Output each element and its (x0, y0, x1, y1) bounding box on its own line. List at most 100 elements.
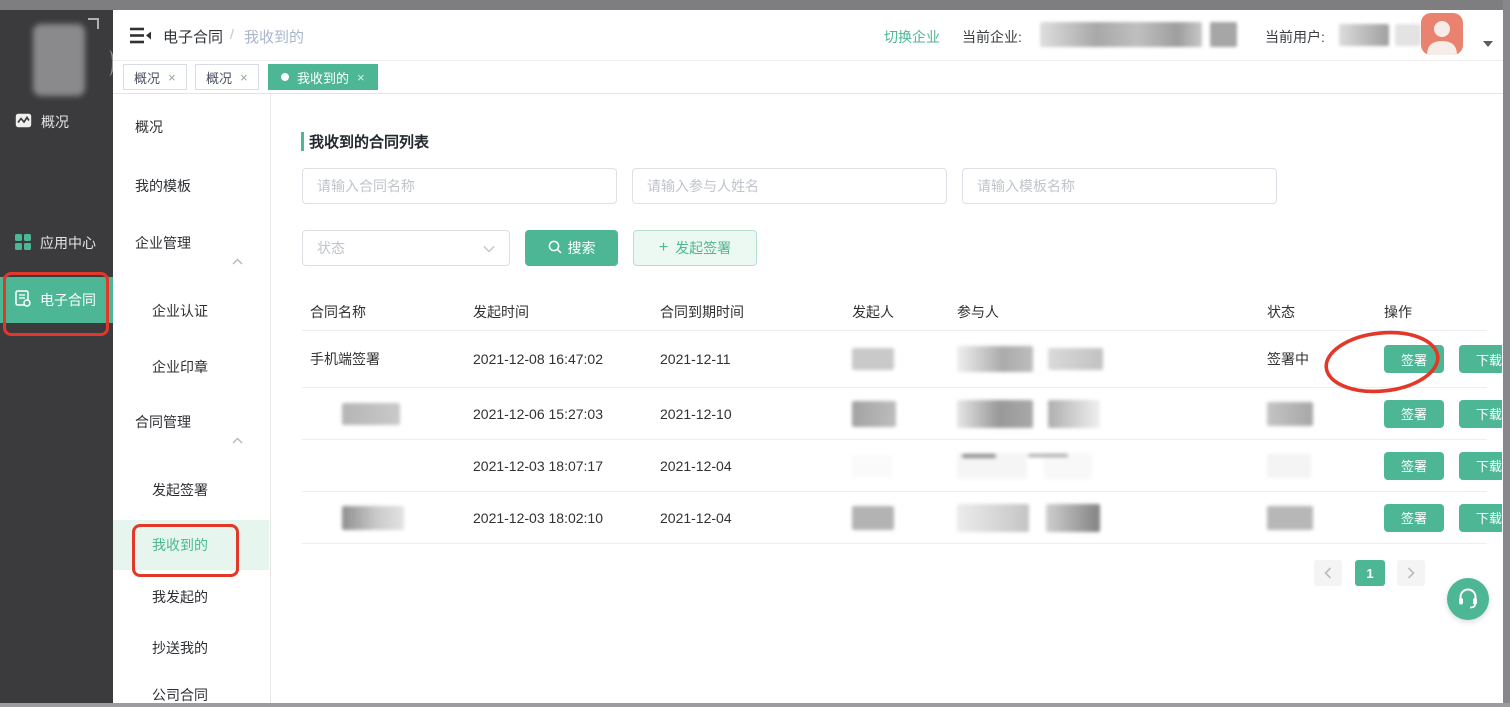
redacted-status (1267, 454, 1311, 478)
tab-label: 概况 (134, 68, 160, 87)
redacted-user-name (1339, 24, 1389, 46)
tab-label: 概况 (206, 68, 232, 87)
status-select-placeholder: 状态 (317, 238, 345, 258)
sidebar-item-label: 概况 (41, 112, 69, 132)
main-content: 我收到的合同列表 状态 搜索 + 发起签署 合同名称 发起时间 合同到期时间 发… (270, 93, 1502, 703)
col-header-participants: 参与人 (957, 302, 999, 322)
tab-overview[interactable]: 概况 × (123, 64, 187, 90)
sidebar-item-label: 应用中心 (40, 233, 96, 253)
participant-name-input[interactable] (632, 168, 947, 204)
col-header-contract-name: 合同名称 (310, 302, 366, 322)
contract-document-icon (15, 290, 31, 310)
breadcrumb-current: 我收到的 (244, 26, 304, 47)
menu-item-enterprise-auth[interactable]: 企业认证 (113, 291, 269, 331)
plus-icon: + (659, 240, 668, 256)
breadcrumb-section[interactable]: 电子合同 (163, 26, 223, 47)
redacted-initiator (852, 455, 892, 477)
search-button[interactable]: 搜索 (525, 230, 618, 266)
pagination-prev-button[interactable] (1314, 560, 1342, 586)
col-header-initiator: 发起人 (852, 302, 894, 322)
table-header-row: 合同名称 发起时间 合同到期时间 发起人 参与人 状态 操作 (302, 293, 1487, 331)
status-select[interactable]: 状态 (302, 230, 510, 266)
redacted-participant (957, 504, 1029, 532)
user-avatar[interactable] (1421, 13, 1463, 55)
window-right-edge (1503, 0, 1510, 707)
primary-sidebar: 概况 应用中心 电子合同 (0, 10, 113, 707)
redacted-status (1267, 402, 1313, 426)
user-menu-caret-icon[interactable] (1483, 41, 1493, 47)
template-name-input[interactable] (962, 168, 1277, 204)
download-button[interactable]: 下载 (1459, 452, 1502, 480)
line-chart-icon (15, 113, 32, 131)
redacted-participant (957, 400, 1033, 428)
sidebar-item-label: 电子合同 (40, 290, 96, 310)
redacted-initiator (852, 348, 894, 370)
redacted-initiator (852, 401, 896, 427)
pagination-page-1[interactable]: 1 (1355, 560, 1385, 586)
redacted-initiator (852, 506, 894, 530)
close-icon[interactable]: × (357, 71, 365, 84)
cell-expire-time: 2021-12-04 (660, 510, 732, 526)
menu-item-contract-management[interactable]: 合同管理 (113, 402, 269, 442)
menu-item-received[interactable]: 我收到的 (113, 520, 269, 570)
redacted-contract-name (342, 403, 400, 425)
contract-name-input[interactable] (302, 168, 617, 204)
sign-button[interactable]: 签署 (1384, 400, 1444, 428)
table-row: 手机端签署 2021-12-08 16:47:02 2021-12-11 签署中… (302, 331, 1487, 388)
search-button-label: 搜索 (568, 238, 596, 258)
pagination-next-button[interactable] (1397, 560, 1425, 586)
redacted-status (1267, 506, 1313, 530)
tab-overview-2[interactable]: 概况 × (195, 64, 259, 90)
tab-received[interactable]: 我收到的 × (268, 64, 378, 90)
menu-item-enterprise-management[interactable]: 企业管理 (113, 223, 269, 263)
secondary-sidebar: 概况 我的模板 企业管理 企业认证 企业印章 合同管理 发起签署 我收到的 我发… (113, 93, 271, 703)
cell-status: 签署中 (1267, 349, 1309, 369)
switch-company-link[interactable]: 切换企业 (884, 27, 940, 47)
redacted-contract-name (342, 506, 404, 530)
window-bottom-edge (0, 703, 1510, 707)
download-button[interactable]: 下载 (1459, 400, 1502, 428)
create-button-label: 发起签署 (675, 238, 731, 258)
close-icon[interactable]: × (168, 71, 176, 84)
tab-label: 我收到的 (297, 68, 349, 87)
tab-bar: 概况 × 概况 × 我收到的 × (113, 60, 1510, 94)
menu-item-cc-to-me[interactable]: 抄送我的 (113, 628, 269, 668)
menu-item-label: 企业管理 (135, 235, 191, 251)
download-button[interactable]: 下载 (1459, 504, 1502, 532)
menu-item-company-contracts[interactable]: 公司合同 (113, 675, 269, 703)
sidebar-item-app-center[interactable]: 应用中心 (0, 220, 113, 266)
sidebar-item-e-contract[interactable]: 电子合同 (0, 277, 113, 323)
page-title: 我收到的合同列表 (309, 131, 429, 152)
menu-item-initiate-sign[interactable]: 发起签署 (113, 470, 269, 510)
col-header-actions: 操作 (1384, 302, 1412, 322)
contracts-table: 合同名称 发起时间 合同到期时间 发起人 参与人 状态 操作 手机端签署 202… (302, 293, 1487, 544)
current-user-label: 当前用户: (1265, 27, 1325, 47)
redacted-company-name (1210, 22, 1237, 47)
close-icon[interactable]: × (240, 71, 248, 84)
collapse-menu-icon[interactable] (130, 27, 151, 47)
menu-item-my-templates[interactable]: 我的模板 (113, 166, 269, 206)
cell-expire-time: 2021-12-11 (660, 351, 731, 367)
sign-button[interactable]: 签署 (1384, 452, 1444, 480)
cell-start-time: 2021-12-06 15:27:03 (473, 406, 603, 422)
col-header-expire-time: 合同到期时间 (660, 302, 744, 322)
download-button[interactable]: 下载 (1459, 345, 1502, 373)
table-row: 2021-12-03 18:07:17 2021-12-04 签署 下载 (302, 440, 1487, 492)
active-dot-icon (281, 73, 289, 81)
chevron-down-icon (483, 240, 495, 256)
menu-item-initiated-by-me[interactable]: 我发起的 (113, 577, 269, 617)
chevron-up-icon (232, 240, 243, 280)
breadcrumb-separator: / (230, 26, 234, 42)
cell-expire-time: 2021-12-10 (660, 406, 732, 422)
menu-item-enterprise-seal[interactable]: 企业印章 (113, 347, 269, 387)
search-icon (548, 240, 562, 257)
sign-button[interactable]: 签署 (1384, 504, 1444, 532)
menu-item-overview[interactable]: 概况 (113, 107, 269, 147)
sidebar-item-overview[interactable]: 概况 (0, 99, 113, 145)
sign-button[interactable]: 签署 (1384, 345, 1444, 373)
customer-service-button[interactable] (1447, 578, 1489, 620)
redacted-participant (1048, 400, 1100, 428)
create-sign-button[interactable]: + 发起签署 (633, 230, 757, 266)
redacted-participant (1046, 504, 1100, 532)
redacted-user-name (1395, 24, 1421, 46)
